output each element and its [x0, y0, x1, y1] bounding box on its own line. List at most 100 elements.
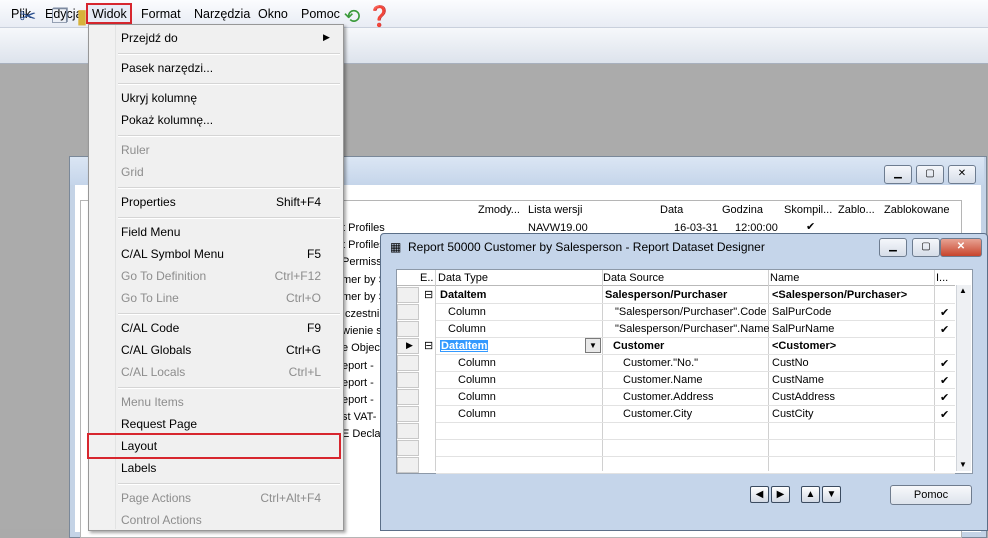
data-type-cell[interactable]: DataItem [440, 340, 489, 352]
close-button[interactable]: ✕ [948, 165, 976, 184]
row-selector[interactable] [397, 440, 419, 456]
row-selector[interactable] [397, 304, 419, 320]
move-right-button[interactable]: ▶ [771, 486, 790, 503]
name-cell[interactable]: SalPurCode [772, 306, 831, 318]
menu-item-properties[interactable]: Properties [121, 195, 176, 209]
cut-icon[interactable]: ✂ [16, 5, 40, 29]
col-header-modified[interactable]: Zmody... [478, 204, 520, 216]
menu-okno[interactable]: Okno [258, 7, 288, 21]
col-header-name[interactable]: Name [770, 272, 799, 284]
paste-icon[interactable]: ▮ [76, 5, 88, 29]
designer-maximize-button[interactable]: ▢ [912, 238, 940, 257]
scroll-down-icon[interactable]: ▼ [959, 460, 967, 469]
data-source-cell[interactable]: "Salesperson/Purchaser".Name [615, 323, 770, 335]
data-type-cell[interactable]: Column [448, 306, 486, 318]
help-icon[interactable]: ❓ [367, 5, 392, 29]
include-check-icon[interactable]: ✔ [940, 374, 949, 387]
name-cell[interactable]: SalPurName [772, 323, 834, 335]
data-source-cell[interactable]: Customer.Name [623, 374, 702, 386]
data-type-cell[interactable]: Column [458, 374, 496, 386]
menu-item-grid: Grid [121, 165, 144, 179]
menu-item-c-al-symbol-menu[interactable]: C/AL Symbol Menu [121, 247, 224, 261]
menu-separator [118, 217, 340, 219]
col-header-include[interactable]: I... [936, 272, 948, 284]
menu-item-request-page[interactable]: Request Page [121, 417, 197, 431]
col-header-locked-by[interactable]: Zablokowane [884, 204, 949, 216]
name-cell[interactable]: CustCity [772, 408, 814, 420]
col-header-time[interactable]: Godzina [722, 204, 763, 216]
collapse-icon[interactable]: ⊟ [424, 339, 433, 352]
include-check-icon[interactable]: ✔ [940, 357, 949, 370]
name-cell[interactable]: CustName [772, 374, 824, 386]
name-cell[interactable]: CustAddress [772, 391, 835, 403]
include-check-icon[interactable]: ✔ [940, 391, 949, 404]
row-selector[interactable] [397, 372, 419, 388]
menu-item-labels[interactable]: Labels [121, 461, 156, 475]
col-header-locked[interactable]: Zablo... [838, 204, 875, 216]
row-selector[interactable] [397, 406, 419, 422]
data-type-cell[interactable]: Column [458, 357, 496, 369]
row-divider [436, 405, 955, 406]
menu-pomoc[interactable]: Pomoc [301, 7, 340, 21]
data-source-cell[interactable]: Customer.City [623, 408, 692, 420]
designer-minimize-button[interactable]: ▁ [879, 238, 907, 257]
minimize-button[interactable]: ▁ [884, 165, 912, 184]
data-type-dropdown-button[interactable]: ▼ [585, 338, 601, 353]
window-icon: ▦ [390, 240, 402, 254]
data-type-cell[interactable]: Column [448, 323, 486, 335]
include-check-icon[interactable]: ✔ [940, 408, 949, 421]
menu-item-ruler: Ruler [121, 143, 150, 157]
menu-item-pokaż-kolumnę[interactable]: Pokaż kolumnę... [121, 113, 213, 127]
move-down-button[interactable]: ▼ [822, 486, 841, 503]
menu-item-przejdź-do[interactable]: Przejdź do [121, 31, 178, 45]
col-header-compiled[interactable]: Skompil... [784, 204, 832, 216]
menu-item-c-al-code[interactable]: C/AL Code [121, 321, 179, 335]
copy-icon[interactable]: ❐ [48, 5, 72, 29]
menu-item-pasek-narzędzi[interactable]: Pasek narzędzi... [121, 61, 213, 75]
data-type-cell[interactable]: DataItem [440, 289, 486, 301]
object-name-fragment: eport - [342, 359, 374, 372]
grid-scrollbar[interactable] [956, 285, 971, 471]
menu-widok[interactable]: Widok [92, 7, 127, 21]
name-cell[interactable]: CustNo [772, 357, 809, 369]
maximize-button[interactable]: ▢ [916, 165, 944, 184]
row-selector[interactable] [397, 423, 419, 439]
row-selector[interactable] [397, 457, 419, 473]
col-header-data-source[interactable]: Data Source [603, 272, 664, 284]
menu-narzedzia[interactable]: Narzędzia [194, 7, 250, 21]
menu-separator [118, 483, 340, 485]
include-check-icon[interactable]: ✔ [940, 323, 949, 336]
col-header-date[interactable]: Data [660, 204, 683, 216]
data-source-cell[interactable]: "Salesperson/Purchaser".Code [615, 306, 767, 318]
name-cell[interactable]: <Salesperson/Purchaser> [772, 289, 907, 301]
name-cell[interactable]: <Customer> [772, 340, 836, 352]
designer-close-button[interactable]: ✕ [940, 238, 982, 257]
col-header-e[interactable]: E.. [420, 272, 433, 284]
col-header-version-list[interactable]: Lista wersji [528, 204, 582, 216]
row-selector[interactable] [397, 389, 419, 405]
col-header-data-type[interactable]: Data Type [438, 272, 488, 284]
current-row-pointer-icon: ▶ [406, 340, 413, 350]
data-source-cell[interactable]: Customer.Address [623, 391, 713, 403]
menu-item-c-al-globals[interactable]: C/AL Globals [121, 343, 191, 357]
menu-item-field-menu[interactable]: Field Menu [121, 225, 180, 239]
row-selector[interactable] [397, 355, 419, 371]
data-source-cell[interactable]: Salesperson/Purchaser [605, 289, 727, 301]
scroll-up-icon[interactable]: ▲ [959, 286, 967, 295]
row-selector[interactable] [397, 287, 419, 303]
move-up-button[interactable]: ▲ [801, 486, 820, 503]
collapse-icon[interactable]: ⊟ [424, 288, 433, 301]
data-type-cell[interactable]: Column [458, 408, 496, 420]
help-button[interactable]: Pomoc [890, 485, 972, 505]
menu-item-ukryj-kolumnę[interactable]: Ukryj kolumnę [121, 91, 197, 105]
data-source-cell[interactable]: Customer [613, 340, 664, 352]
move-left-button[interactable]: ◀ [750, 486, 769, 503]
menu-format[interactable]: Format [141, 7, 181, 21]
object-name-fragment: t Profiles [342, 222, 385, 234]
object-name-fragment: eport - [342, 376, 374, 389]
data-source-cell[interactable]: Customer."No." [623, 357, 698, 369]
row-divider [436, 388, 955, 389]
data-type-cell[interactable]: Column [458, 391, 496, 403]
row-selector[interactable] [397, 321, 419, 337]
include-check-icon[interactable]: ✔ [940, 306, 949, 319]
